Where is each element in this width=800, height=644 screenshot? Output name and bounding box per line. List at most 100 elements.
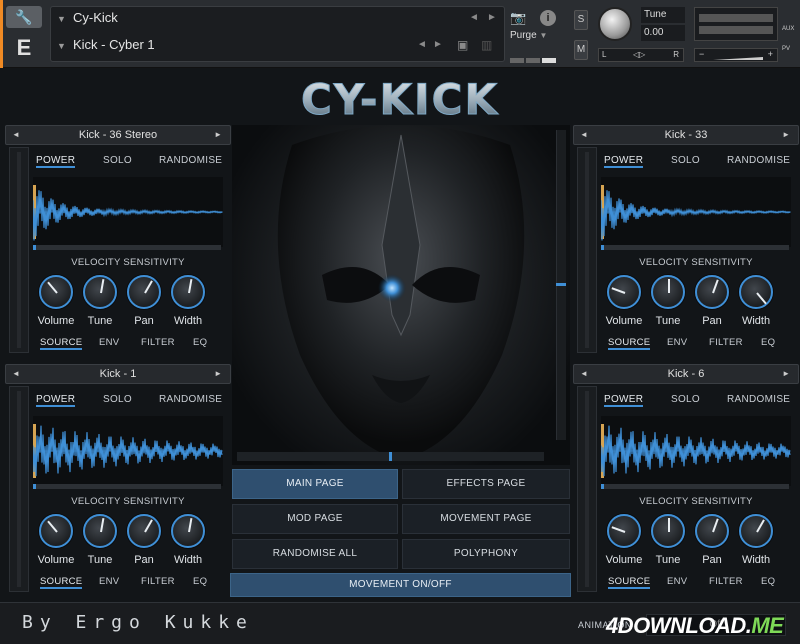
polyphony-button[interactable]: POLYPHONY <box>402 539 570 569</box>
tab-filter[interactable]: FILTER <box>141 576 175 587</box>
pan-label: Pan <box>134 554 154 566</box>
preset-name-row[interactable]: ▼ Kick - Cyber 1 <box>57 34 155 56</box>
tab-eq[interactable]: EQ <box>761 576 775 587</box>
tune-knob[interactable] <box>83 514 117 548</box>
volume-knob[interactable] <box>39 514 73 548</box>
pan-knob[interactable] <box>695 514 729 548</box>
solo-button[interactable]: SOLO <box>671 394 700 405</box>
solo-button[interactable]: SOLO <box>103 155 132 166</box>
prev-sample-icon[interactable]: ◄ <box>12 365 20 383</box>
velocity-sensitivity-label[interactable]: VELOCITY SENSITIVITY <box>601 257 791 268</box>
panel-title-bar[interactable]: ◄ Kick - 1 ► <box>5 364 231 384</box>
effects-page-button[interactable]: EFFECTS PAGE <box>402 469 570 499</box>
next-sample-icon[interactable]: ► <box>214 126 222 144</box>
vertical-scroll-thumb[interactable] <box>556 283 566 286</box>
tab-filter[interactable]: FILTER <box>141 337 175 348</box>
solo-button[interactable]: SOLO <box>103 394 132 405</box>
randomise-button[interactable]: RANDOMISE <box>159 394 222 405</box>
volume-knob[interactable] <box>39 275 73 309</box>
next-instrument-icon[interactable]: ► <box>487 7 497 29</box>
next-sample-icon[interactable]: ► <box>782 126 790 144</box>
tune-knob[interactable] <box>651 275 685 309</box>
next-preset-icon[interactable]: ► <box>433 34 443 56</box>
velocity-sensitivity-label[interactable]: VELOCITY SENSITIVITY <box>33 496 223 507</box>
width-knob[interactable] <box>171 514 205 548</box>
aux-button[interactable]: AUX <box>782 26 794 32</box>
main-page-button[interactable]: MAIN PAGE <box>232 469 398 499</box>
sample-position-slider[interactable] <box>33 484 221 489</box>
save-icon[interactable]: ▣ <box>457 34 468 56</box>
mute-button[interactable]: M <box>574 40 588 60</box>
sample-position-slider[interactable] <box>33 245 221 250</box>
knob-pointer <box>668 518 670 532</box>
knob-pointer <box>756 292 767 305</box>
prev-sample-icon[interactable]: ◄ <box>12 126 20 144</box>
tab-env[interactable]: ENV <box>99 337 119 348</box>
pan-knob[interactable] <box>127 275 161 309</box>
solo-button[interactable]: S <box>574 10 588 30</box>
tab-env[interactable]: ENV <box>667 576 687 587</box>
width-knob[interactable] <box>739 275 773 309</box>
tab-filter[interactable]: FILTER <box>709 337 743 348</box>
power-button[interactable]: POWER <box>36 155 76 168</box>
power-button[interactable]: POWER <box>604 394 644 407</box>
randomise-button[interactable]: RANDOMISE <box>159 155 222 166</box>
movement-toggle-button[interactable]: MOVEMENT ON/OFF <box>230 573 571 597</box>
horizontal-scroll-thumb[interactable] <box>389 452 392 461</box>
tune-value[interactable]: 0.00 <box>641 25 685 41</box>
tab-eq[interactable]: EQ <box>193 337 207 348</box>
tab-source[interactable]: SOURCE <box>608 576 651 589</box>
tab-source[interactable]: SOURCE <box>608 337 651 350</box>
camera-icon[interactable]: 📷 <box>510 10 530 26</box>
tune-label: Tune <box>641 7 685 23</box>
volume-knob[interactable] <box>607 514 641 548</box>
delete-icon[interactable]: ▥ <box>481 34 492 56</box>
power-button[interactable]: POWER <box>36 394 76 407</box>
randomise-all-button[interactable]: RANDOMISE ALL <box>232 539 398 569</box>
sample-position-slider[interactable] <box>601 245 789 250</box>
velocity-sensitivity-label[interactable]: VELOCITY SENSITIVITY <box>601 496 791 507</box>
tab-eq[interactable]: EQ <box>761 337 775 348</box>
tab-filter[interactable]: FILTER <box>709 576 743 587</box>
solo-button[interactable]: SOLO <box>671 155 700 166</box>
pv-button[interactable]: PV <box>782 46 790 52</box>
tab-env[interactable]: ENV <box>667 337 687 348</box>
tune-knob[interactable] <box>83 275 117 309</box>
master-tune-knob[interactable] <box>598 7 632 41</box>
pan-knob[interactable] <box>695 275 729 309</box>
panel-title-bar[interactable]: ◄ Kick - 6 ► <box>573 364 799 384</box>
panel-title-bar[interactable]: ◄ Kick - 33 ► <box>573 125 799 145</box>
power-button[interactable]: POWER <box>604 155 644 168</box>
volume-knob[interactable] <box>607 275 641 309</box>
tab-source[interactable]: SOURCE <box>40 576 83 589</box>
prev-sample-icon[interactable]: ◄ <box>580 126 588 144</box>
tab-eq[interactable]: EQ <box>193 576 207 587</box>
next-sample-icon[interactable]: ► <box>214 365 222 383</box>
tune-knob[interactable] <box>651 514 685 548</box>
randomise-button[interactable]: RANDOMISE <box>727 394 790 405</box>
pan-slider[interactable]: L ◁▷ R <box>598 48 684 62</box>
info-icon[interactable]: i <box>540 10 556 26</box>
edit-e-button[interactable]: E <box>10 34 38 62</box>
tab-env[interactable]: ENV <box>99 576 119 587</box>
purge-dropdown[interactable]: Purge ▼ <box>510 30 547 41</box>
tab-source[interactable]: SOURCE <box>40 337 83 350</box>
width-knob[interactable] <box>171 275 205 309</box>
prev-preset-icon[interactable]: ◄ <box>417 34 427 56</box>
knob-pointer <box>611 526 626 533</box>
wrench-icon[interactable]: 🔧 <box>6 6 42 28</box>
sample-position-slider[interactable] <box>601 484 789 489</box>
instrument-name-row[interactable]: ▼ Cy-Kick <box>57 7 118 29</box>
width-knob[interactable] <box>739 514 773 548</box>
pan-knob[interactable] <box>127 514 161 548</box>
velocity-sensitivity-label[interactable]: VELOCITY SENSITIVITY <box>33 257 223 268</box>
movement-page-button[interactable]: MOVEMENT PAGE <box>402 504 570 534</box>
prev-sample-icon[interactable]: ◄ <box>580 365 588 383</box>
randomise-button[interactable]: RANDOMISE <box>727 155 790 166</box>
next-sample-icon[interactable]: ► <box>782 365 790 383</box>
mod-page-button[interactable]: MOD PAGE <box>232 504 398 534</box>
prev-instrument-icon[interactable]: ◄ <box>469 7 479 29</box>
panel-title-bar[interactable]: ◄ Kick - 36 Stereo ► <box>5 125 231 145</box>
knob-pointer <box>47 520 58 533</box>
volume-slider[interactable]: − + <box>694 48 778 62</box>
